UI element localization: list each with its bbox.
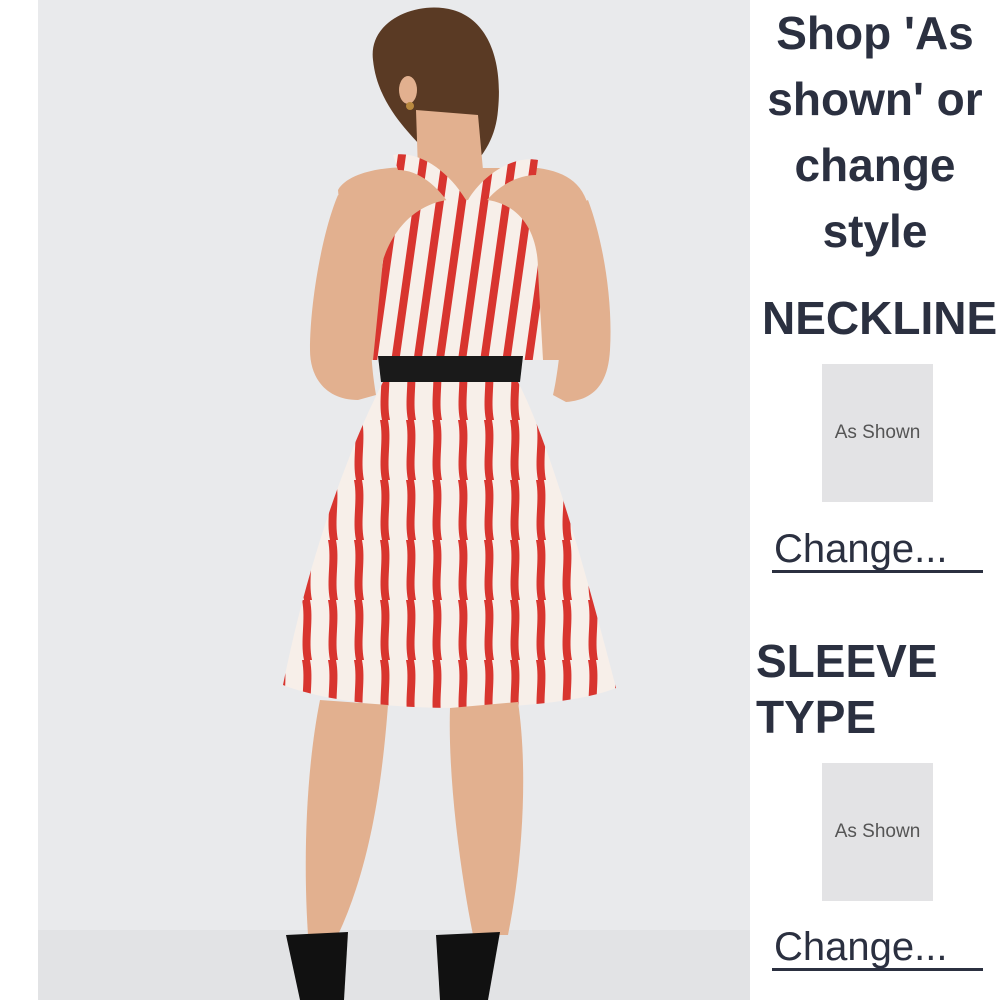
neckline-swatch-label: As Shown <box>834 422 921 443</box>
neckline-as-shown-swatch[interactable]: As Shown <box>822 364 933 502</box>
sleeve-change-link[interactable]: Change... <box>772 923 983 971</box>
panel-heading: Shop 'As shown' or change style <box>750 0 1000 264</box>
sleeve-as-shown-swatch[interactable]: As Shown <box>822 763 933 901</box>
sleeve-type-title-line: TYPE <box>756 691 877 743</box>
dress-illustration <box>38 7 750 1000</box>
product-customization-page: Shop 'As shown' or change style NECKLINE… <box>0 0 1000 1000</box>
sleeve-swatch-label: As Shown <box>834 821 921 842</box>
sleeve-type-title-line: SLEEVE <box>756 635 938 687</box>
panel-heading-line: Shop 'As <box>776 7 974 59</box>
panel-heading-line: style <box>822 205 928 257</box>
panel-heading-line: shown' or <box>767 73 983 125</box>
neckline-change-link[interactable]: Change... <box>772 525 983 573</box>
panel-heading-line: change <box>794 139 956 191</box>
sleeve-type-title: SLEEVE TYPE <box>756 633 996 745</box>
product-photo <box>38 0 750 1000</box>
neckline-title: NECKLINE <box>762 292 998 344</box>
style-options-panel: Shop 'As shown' or change style NECKLINE… <box>750 0 1000 1000</box>
